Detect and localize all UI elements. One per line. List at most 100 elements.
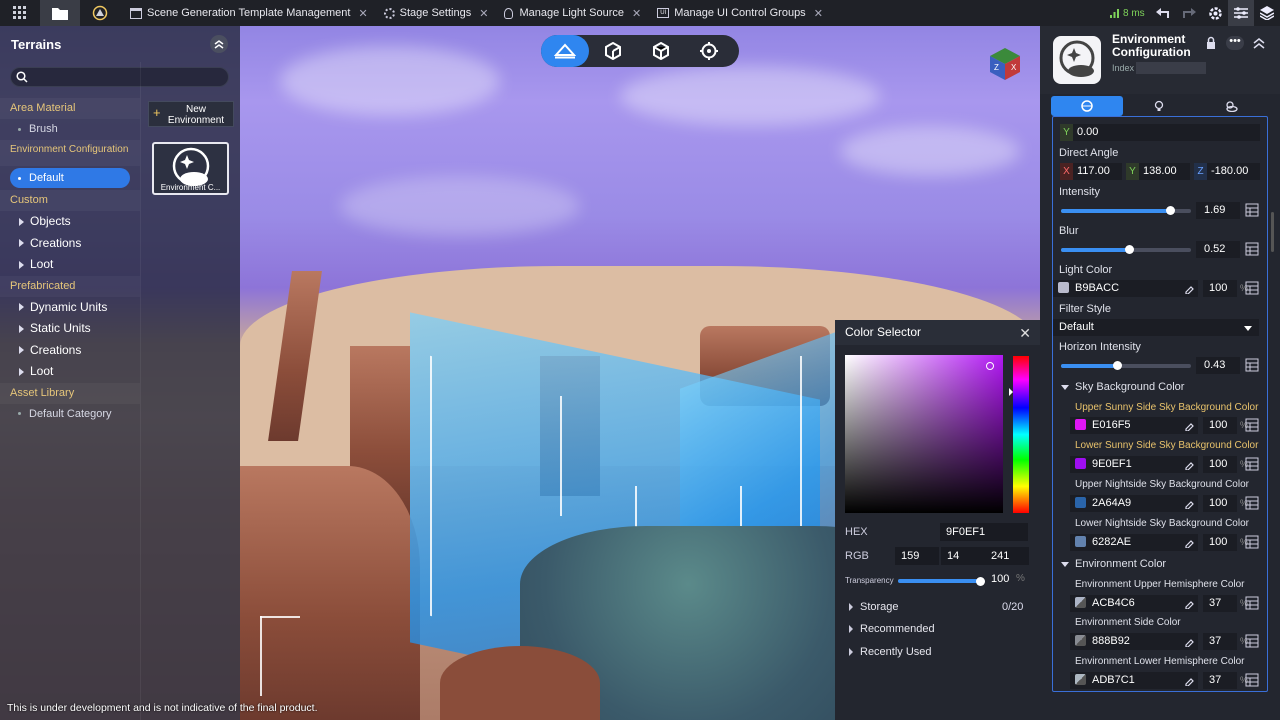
hue-slider[interactable]: [1009, 356, 1029, 513]
upper-night-opacity[interactable]: 100: [1203, 495, 1237, 512]
table-icon[interactable]: [1245, 535, 1260, 550]
intensity-value[interactable]: 1.69: [1196, 202, 1240, 219]
eyedropper-icon[interactable]: [1184, 636, 1194, 647]
tree-group-creations[interactable]: Creations: [0, 233, 140, 255]
color-swatch[interactable]: [1075, 674, 1086, 685]
color-swatch[interactable]: [1075, 597, 1086, 608]
light-color-field[interactable]: B9BACC: [1053, 280, 1198, 297]
section-custom[interactable]: Custom: [0, 190, 140, 211]
tab-manage-light-source[interactable]: Manage Light Source ✕: [494, 0, 647, 26]
color-swatch[interactable]: [1075, 497, 1086, 508]
tab-stage-settings[interactable]: Stage Settings ✕: [374, 0, 495, 26]
tree-group-creations-prefab[interactable]: Creations: [0, 340, 140, 362]
recently-used-toggle[interactable]: Recently Used: [849, 646, 932, 658]
section-prefabricated[interactable]: Prefabricated: [0, 275, 140, 297]
hue-handle-icon[interactable]: [1009, 388, 1013, 396]
transparency-slider[interactable]: [898, 576, 985, 586]
env-side-color-field[interactable]: 888B92: [1070, 633, 1198, 650]
properties-button[interactable]: [1228, 0, 1254, 26]
storage-toggle[interactable]: Storage: [849, 601, 899, 613]
slider-knob[interactable]: [1124, 245, 1134, 254]
section-area-material[interactable]: Area Material: [0, 98, 140, 119]
slider-knob[interactable]: [1112, 361, 1122, 370]
tree-group-loot[interactable]: Loot: [0, 254, 140, 276]
angle-z-field[interactable]: Z -180.00: [1194, 163, 1260, 180]
lower-night-opacity[interactable]: 100: [1203, 534, 1237, 551]
tab-light[interactable]: [1123, 96, 1195, 116]
table-icon[interactable]: [1245, 281, 1260, 296]
eyedropper-icon[interactable]: [1184, 420, 1194, 431]
blur-slider[interactable]: [1061, 245, 1191, 254]
table-icon[interactable]: [1245, 418, 1260, 433]
red-input[interactable]: 159: [895, 547, 939, 565]
table-icon[interactable]: [1245, 673, 1260, 688]
apps-grid-button[interactable]: [0, 0, 40, 26]
recommended-toggle[interactable]: Recommended: [849, 623, 935, 635]
intensity-slider[interactable]: [1061, 206, 1191, 215]
properties-scroll-area[interactable]: Y 0.00 Direct Angle X 117.00 Y 138.00 Z -180…: [1052, 116, 1268, 692]
eyedropper-icon[interactable]: [1184, 598, 1194, 609]
tree-group-loot-prefab[interactable]: Loot: [0, 361, 140, 383]
scrollbar[interactable]: [1271, 212, 1274, 252]
close-icon[interactable]: ✕: [632, 7, 641, 20]
horizon-intensity-slider[interactable]: [1061, 361, 1191, 370]
tab-sky[interactable]: [1051, 96, 1123, 116]
env-upper-opacity[interactable]: 37: [1203, 595, 1237, 612]
tab-scene-generation-template[interactable]: Scene Generation Template Management ✕: [120, 0, 374, 26]
environment-card[interactable]: Environment C...: [152, 142, 229, 195]
lock-icon[interactable]: [1204, 36, 1218, 50]
picker-handle[interactable]: [986, 362, 994, 370]
more-icon[interactable]: •••: [1226, 36, 1244, 50]
env-upper-color-field[interactable]: ACB4C6: [1070, 595, 1198, 612]
horizon-intensity-value[interactable]: 0.43: [1196, 357, 1240, 374]
eyedropper-icon[interactable]: [1184, 459, 1194, 470]
transparency-value[interactable]: 100: [991, 573, 1009, 585]
table-icon[interactable]: [1245, 457, 1260, 472]
env-lower-opacity[interactable]: 37: [1203, 672, 1237, 689]
table-icon[interactable]: [1245, 596, 1260, 611]
lower-sunny-opacity[interactable]: 100: [1203, 456, 1237, 473]
tree-group-dynamic-units[interactable]: Dynamic Units: [0, 297, 140, 319]
eyedropper-icon[interactable]: [1184, 498, 1194, 509]
env-side-opacity[interactable]: 37: [1203, 633, 1237, 650]
tree-item-default[interactable]: Default: [10, 168, 130, 188]
entity-mode-button[interactable]: [637, 35, 685, 67]
terrain-mode-button[interactable]: [541, 35, 589, 67]
table-icon[interactable]: [1245, 203, 1260, 218]
settings-mode-button[interactable]: [685, 35, 733, 67]
settings-button[interactable]: [1202, 0, 1228, 26]
map-button[interactable]: [80, 0, 120, 26]
search-input[interactable]: [10, 67, 229, 87]
upper-sunny-opacity[interactable]: 100: [1203, 417, 1237, 434]
y-field[interactable]: Y 0.00: [1060, 124, 1260, 141]
section-asset-library[interactable]: Asset Library: [0, 382, 140, 404]
light-color-opacity[interactable]: 100: [1203, 280, 1237, 297]
color-swatch[interactable]: [1075, 419, 1086, 430]
close-icon[interactable]: ✕: [1019, 325, 1031, 342]
view-cube[interactable]: Z X: [988, 47, 1022, 81]
close-icon[interactable]: ✕: [814, 7, 823, 20]
tab-weather[interactable]: [1195, 96, 1267, 116]
upper-sunny-color-field[interactable]: E016F5: [1070, 417, 1198, 434]
angle-x-field[interactable]: X 117.00: [1060, 163, 1122, 180]
double-chevron-up-icon[interactable]: [1252, 36, 1266, 50]
slider-knob[interactable]: [976, 576, 985, 586]
table-icon[interactable]: [1245, 242, 1260, 257]
eyedropper-icon[interactable]: [1184, 537, 1194, 548]
table-icon[interactable]: [1245, 634, 1260, 649]
section-environment-configuration[interactable]: Environment Configuration: [0, 140, 140, 166]
object-mode-button[interactable]: [589, 35, 637, 67]
saturation-value-picker[interactable]: [845, 355, 1003, 513]
filter-style-select[interactable]: Default: [1053, 319, 1259, 336]
green-input[interactable]: 14: [941, 547, 985, 565]
tab-manage-ui-control-groups[interactable]: UI Manage UI Control Groups ✕: [647, 0, 829, 26]
color-swatch[interactable]: [1075, 635, 1086, 646]
redo-button[interactable]: [1176, 0, 1202, 26]
layers-button[interactable]: [1254, 0, 1280, 26]
color-swatch[interactable]: [1075, 458, 1086, 469]
close-icon[interactable]: ✕: [358, 7, 367, 20]
table-icon[interactable]: [1245, 496, 1260, 511]
blur-value[interactable]: 0.52: [1196, 241, 1240, 258]
blue-input[interactable]: 241: [985, 547, 1029, 565]
sky-background-color-group[interactable]: Sky Background Color: [1061, 381, 1184, 393]
